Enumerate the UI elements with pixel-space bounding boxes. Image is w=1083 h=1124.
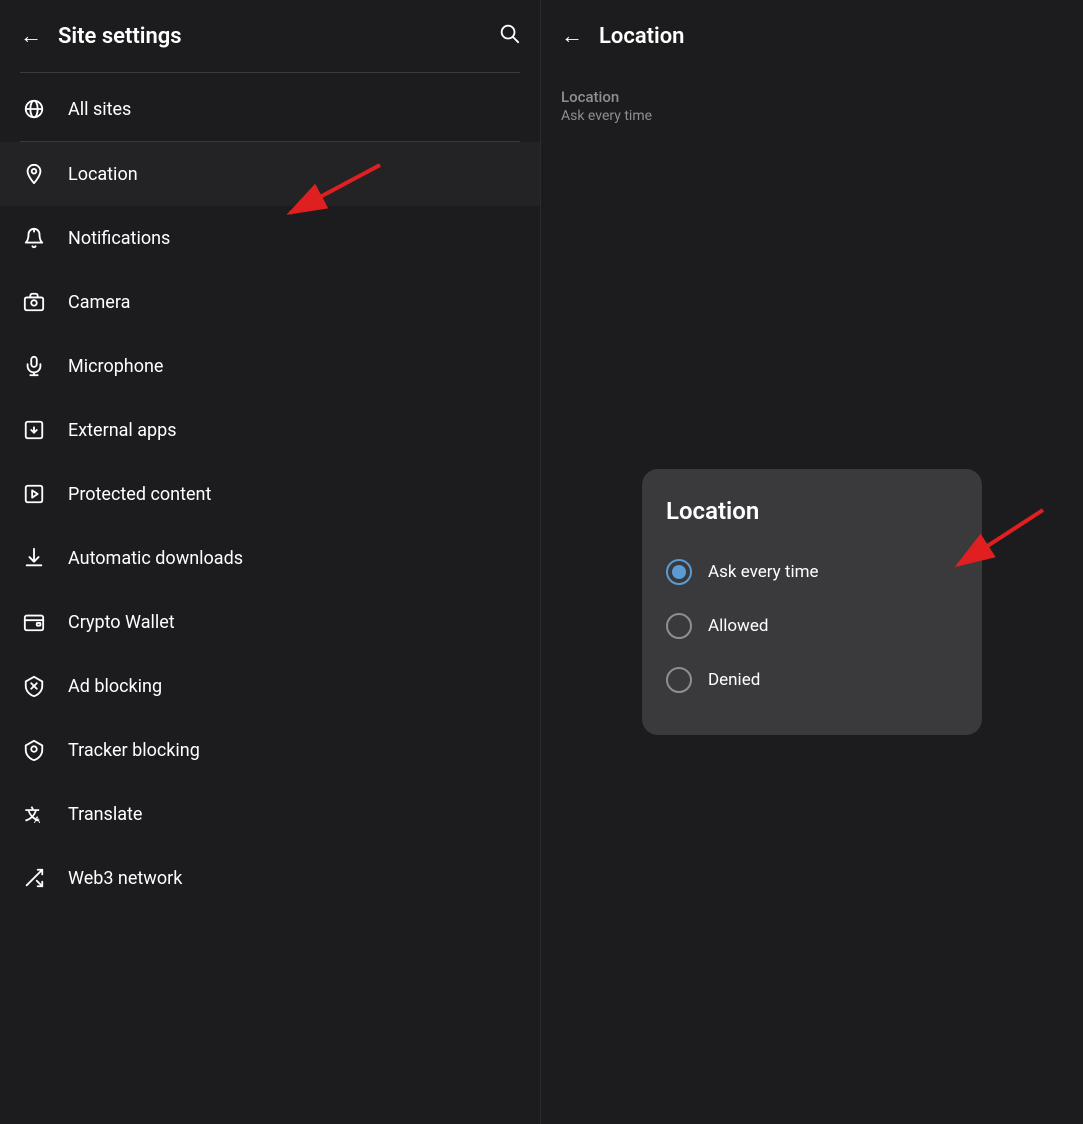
menu-item-microphone[interactable]: Microphone — [0, 334, 540, 398]
translate-icon: 文 A — [20, 800, 48, 828]
menu-item-automatic-downloads[interactable]: Automatic downloads — [0, 526, 540, 590]
menu-label-protected-content: Protected content — [68, 484, 211, 505]
search-button[interactable] — [498, 22, 520, 50]
menu-label-automatic-downloads: Automatic downloads — [68, 548, 243, 569]
location-icon — [20, 160, 48, 188]
left-back-button[interactable]: ← — [20, 25, 42, 47]
menu-item-all-sites[interactable]: All sites — [0, 77, 540, 141]
left-header: ← Site settings — [0, 0, 540, 72]
left-header-title: Site settings — [58, 24, 182, 49]
radio-option-ask[interactable]: Ask every time — [666, 545, 958, 599]
wallet-icon — [20, 608, 48, 636]
menu-label-external-apps: External apps — [68, 420, 177, 441]
menu-label-all-sites: All sites — [68, 99, 131, 120]
right-panel: ← Location Location Ask every time Locat… — [541, 0, 1083, 1124]
menu-item-translate[interactable]: 文 A Translate — [0, 782, 540, 846]
menu-item-location[interactable]: Location — [0, 142, 540, 206]
web3-icon — [20, 864, 48, 892]
globe-icon — [20, 95, 48, 123]
download-icon — [20, 544, 48, 572]
menu-item-web3-network[interactable]: Web3 network — [0, 846, 540, 910]
tracker-blocking-icon — [20, 736, 48, 764]
bell-icon — [20, 224, 48, 252]
svg-text:A: A — [34, 815, 41, 825]
microphone-icon — [20, 352, 48, 380]
radio-label-allowed: Allowed — [708, 616, 768, 636]
menu-item-camera[interactable]: Camera — [0, 270, 540, 334]
menu-label-web3-network: Web3 network — [68, 868, 182, 889]
menu-label-microphone: Microphone — [68, 356, 163, 377]
radio-circle-allowed — [666, 613, 692, 639]
radio-inner-ask — [672, 565, 686, 579]
ad-blocking-icon — [20, 672, 48, 700]
radio-label-ask: Ask every time — [708, 562, 819, 582]
menu-item-external-apps[interactable]: External apps — [0, 398, 540, 462]
menu-label-ad-blocking: Ad blocking — [68, 676, 162, 697]
dialog-overlay: Location Ask every time Allowed Denied — [541, 0, 1083, 1124]
menu-item-ad-blocking[interactable]: Ad blocking — [0, 654, 540, 718]
menu-list: All sites Location Notifications Camera — [0, 73, 540, 1124]
left-panel: ← Site settings All sites Location — [0, 0, 541, 1124]
radio-circle-ask — [666, 559, 692, 585]
radio-option-allowed[interactable]: Allowed — [666, 599, 958, 653]
radio-option-denied[interactable]: Denied — [666, 653, 958, 707]
location-dialog: Location Ask every time Allowed Denied — [642, 469, 982, 735]
radio-circle-denied — [666, 667, 692, 693]
menu-item-tracker-blocking[interactable]: Tracker blocking — [0, 718, 540, 782]
menu-item-notifications[interactable]: Notifications — [0, 206, 540, 270]
menu-label-tracker-blocking: Tracker blocking — [68, 740, 200, 761]
dialog-title: Location — [666, 497, 958, 525]
search-icon — [498, 22, 520, 44]
menu-label-notifications: Notifications — [68, 228, 170, 249]
menu-label-translate: Translate — [68, 804, 142, 825]
menu-label-camera: Camera — [68, 292, 130, 313]
menu-item-protected-content[interactable]: Protected content — [0, 462, 540, 526]
menu-label-location: Location — [68, 164, 138, 185]
camera-icon — [20, 288, 48, 316]
radio-label-denied: Denied — [708, 670, 760, 690]
external-apps-icon — [20, 416, 48, 444]
menu-label-crypto-wallet: Crypto Wallet — [68, 612, 175, 633]
protected-content-icon — [20, 480, 48, 508]
menu-item-crypto-wallet[interactable]: Crypto Wallet — [0, 590, 540, 654]
